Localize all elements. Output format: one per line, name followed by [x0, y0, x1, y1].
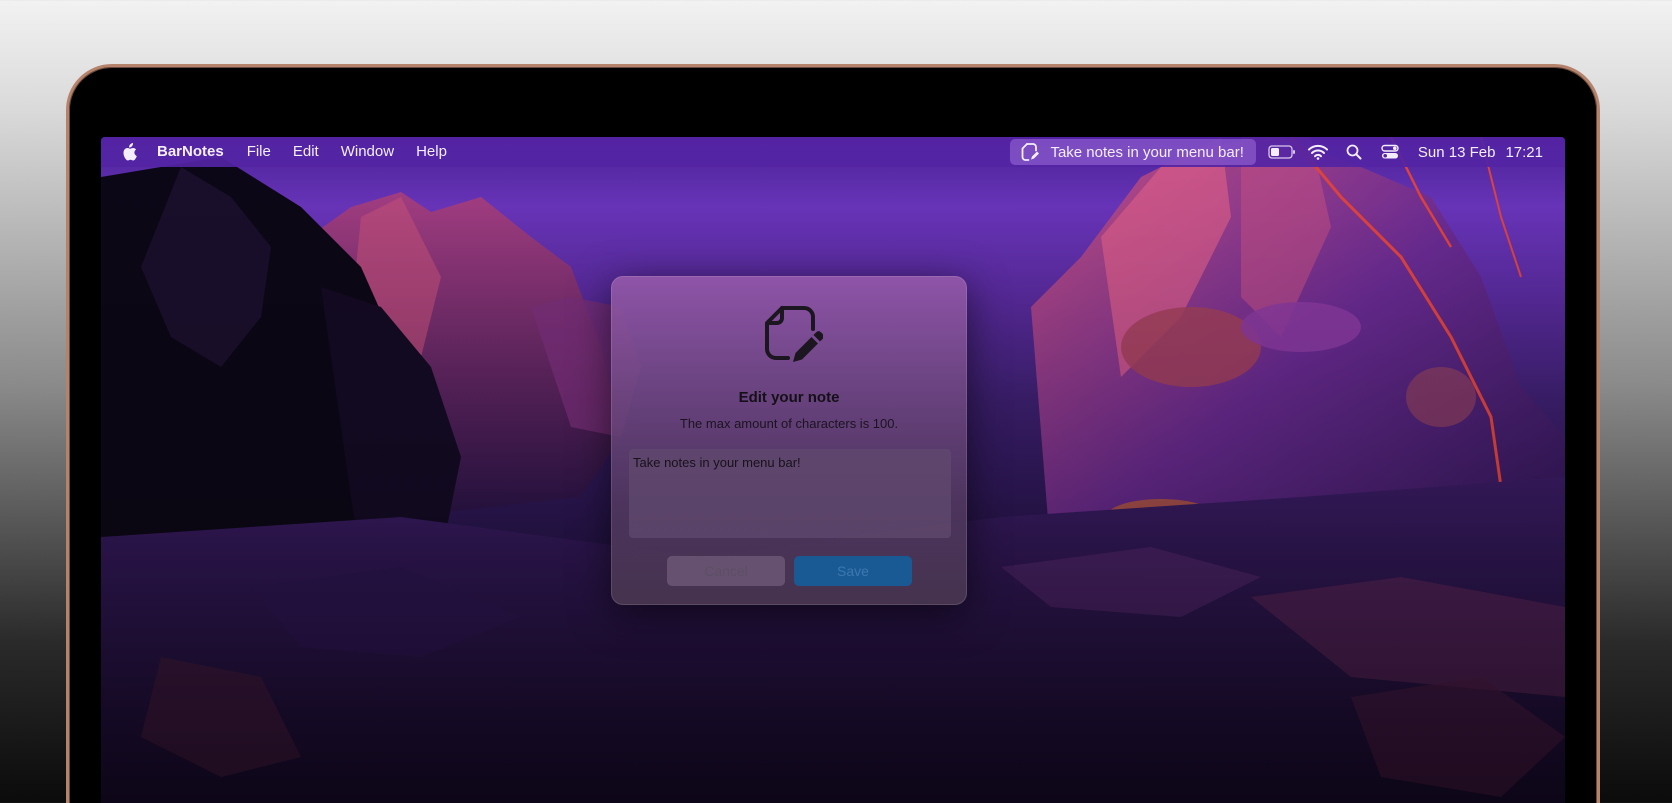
- menu-file[interactable]: File: [236, 137, 282, 167]
- clock-time: 17:21: [1505, 143, 1543, 161]
- search-icon[interactable]: [1336, 137, 1372, 167]
- battery-icon[interactable]: [1264, 137, 1300, 167]
- barnotes-status-item[interactable]: Take notes in your menu bar!: [1010, 139, 1256, 165]
- dialog-title: Edit your note: [738, 389, 840, 406]
- menu-window[interactable]: Window: [330, 137, 405, 167]
- dialog-subtitle: The max amount of characters is 100.: [679, 416, 899, 431]
- save-button[interactable]: Save: [794, 556, 912, 586]
- cancel-button[interactable]: Cancel: [667, 556, 785, 586]
- menu-bar: BarNotes File Edit Window Help Take note…: [101, 137, 1565, 167]
- wifi-icon[interactable]: [1300, 137, 1336, 167]
- note-text-field[interactable]: Take notes in your menu bar!: [629, 449, 951, 538]
- note-edit-icon: [765, 306, 823, 362]
- menu-edit[interactable]: Edit: [282, 137, 330, 167]
- menu-app-name[interactable]: BarNotes: [157, 137, 236, 167]
- apple-logo-icon[interactable]: [101, 137, 157, 167]
- laptop-frame: BarNotes File Edit Window Help Take note…: [66, 64, 1600, 803]
- edit-note-dialog: Edit your note The max amount of charact…: [611, 276, 967, 605]
- desktop-screen: BarNotes File Edit Window Help Take note…: [101, 137, 1565, 803]
- clock-date: Sun 13 Feb: [1417, 143, 1496, 161]
- menu-help[interactable]: Help: [405, 137, 458, 167]
- menu-clock[interactable]: Sun 13 Feb 17:21: [1408, 144, 1565, 161]
- control-center-icon[interactable]: [1372, 137, 1408, 167]
- note-edit-icon: [1022, 143, 1040, 161]
- status-note-text: Take notes in your menu bar!: [1050, 143, 1244, 161]
